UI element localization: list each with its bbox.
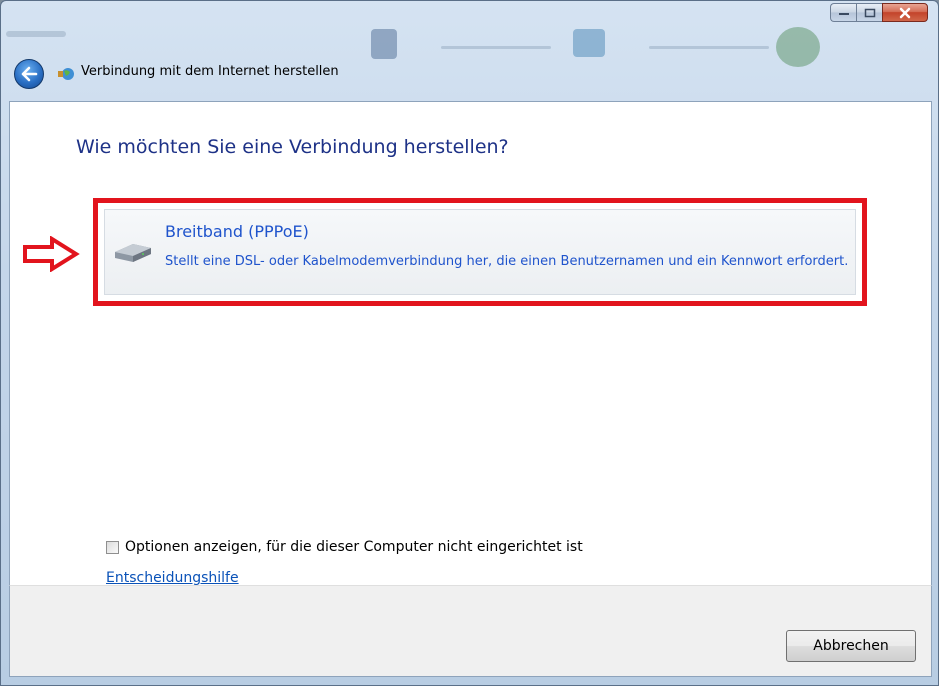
dialog-window: Verbindung mit dem Internet herstellen W… (0, 0, 939, 686)
option-title: Breitband (PPPoE) (165, 222, 309, 241)
minimize-icon (838, 12, 849, 15)
background-line (649, 46, 769, 49)
network-globe-icon (58, 68, 74, 80)
page-heading: Wie möchten Sie eine Verbindung herstell… (76, 136, 509, 158)
background-network-icon (371, 29, 397, 59)
modem-icon (115, 244, 151, 262)
close-button[interactable] (882, 3, 928, 22)
show-options-checkbox[interactable] (106, 540, 119, 554)
close-icon (899, 7, 911, 18)
dialog-footer: Abbrechen (9, 585, 932, 677)
maximize-button[interactable] (856, 3, 882, 22)
content-area: Wie möchten Sie eine Verbindung herstell… (9, 101, 932, 586)
checkbox-label: Optionen anzeigen, für die dieser Comput… (125, 539, 583, 555)
help-link[interactable]: Entscheidungshilfe (106, 570, 239, 586)
cancel-button[interactable]: Abbrechen (786, 630, 916, 662)
red-arrow-icon (23, 236, 80, 272)
background-globe-icon (776, 27, 820, 67)
option-broadband-pppoe[interactable]: Breitband (PPPoE) Stellt eine DSL- oder … (104, 209, 856, 295)
title-bar-glass (1, 1, 938, 101)
minimize-button[interactable] (830, 3, 856, 22)
background-line (441, 46, 551, 49)
show-options-checkbox-row[interactable]: Optionen anzeigen, für die dieser Comput… (106, 539, 583, 555)
maximize-icon (864, 8, 875, 17)
window-controls (830, 3, 928, 22)
highlight-frame: Breitband (PPPoE) Stellt eine DSL- oder … (93, 198, 867, 306)
back-button[interactable] (14, 59, 44, 89)
background-decoration (6, 31, 66, 37)
option-description: Stellt eine DSL- oder Kabelmodemverbindu… (165, 254, 849, 269)
window-title: Verbindung mit dem Internet herstellen (81, 64, 339, 79)
back-arrow-icon (21, 66, 38, 82)
background-network-icon (573, 29, 605, 57)
